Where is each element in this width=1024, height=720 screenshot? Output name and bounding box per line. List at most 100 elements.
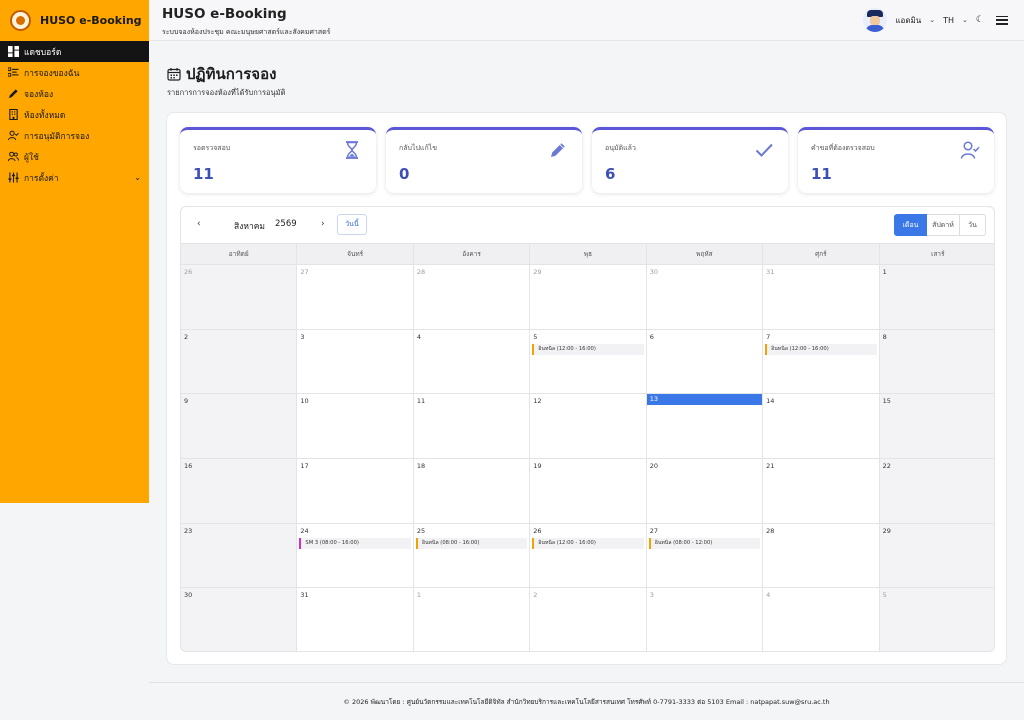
calendar-day[interactable]: 31 <box>763 265 880 330</box>
user-menu[interactable]: แอดมิน <box>895 14 921 27</box>
chevron-left-icon[interactable]: ‹ <box>197 219 201 229</box>
calendar-day[interactable]: 1 <box>879 265 994 330</box>
calendar-event[interactable]: อินทนิล (08:00 - 12:00) <box>648 537 761 549</box>
day-number: 15 <box>882 397 891 406</box>
sidebar-item-users[interactable]: ผู้ใช้ <box>0 146 149 167</box>
day-number: 3 <box>300 332 305 341</box>
calendar-day[interactable]: 8 <box>879 329 994 395</box>
brand[interactable]: HUSO e-Booking <box>0 0 149 41</box>
calendar-day[interactable]: 27 อินทนิล (08:00 - 12:00) <box>646 523 764 589</box>
calendar-day[interactable]: 26 <box>181 265 298 330</box>
footer: © 2026 พัฒนาโดย : ศูนย์นวัตกรรมและเทคโนโ… <box>343 698 830 706</box>
check-icon <box>755 143 773 157</box>
app-subtitle: ระบบจองห้องประชุม คณะมนุษยศาสตร์และสังคม… <box>162 28 331 36</box>
stat-card-approved[interactable]: อนุมัติแล้ว 6 <box>592 127 788 193</box>
moon-icon[interactable]: ☾ <box>976 15 984 25</box>
calendar-day[interactable]: 4 <box>413 329 531 395</box>
calendar-day[interactable]: 18 <box>413 458 531 524</box>
calendar-day[interactable]: 30 <box>181 588 298 651</box>
menu-icon[interactable] <box>996 15 1008 25</box>
language-switcher[interactable]: TH <box>943 16 954 25</box>
calendar-day-today[interactable]: 13 <box>646 394 764 459</box>
stat-value: 6 <box>605 165 616 183</box>
chevron-down-icon[interactable]: ⌄ <box>962 16 968 24</box>
day-number: 8 <box>882 332 887 341</box>
calendar-day[interactable]: 28 <box>413 265 531 330</box>
calendar-day[interactable]: 2 <box>530 588 647 651</box>
day-number: 13 <box>646 394 763 406</box>
sidebar-item-label: การจองของฉัน <box>24 68 80 79</box>
page-subtitle: รายการการจองห้องที่ได้รับการอนุมัติ <box>167 88 286 97</box>
sidebar-item-all-rooms[interactable]: ห้องทั้งหมด <box>0 104 149 125</box>
calendar-day[interactable]: 23 <box>181 523 298 589</box>
view-month-button[interactable]: เดือน <box>894 214 927 236</box>
calendar-day[interactable]: 27 <box>297 265 414 330</box>
day-number: 18 <box>416 461 426 470</box>
calendar-day[interactable]: 26 อินทนิล (12:00 - 16:00) <box>530 523 647 589</box>
university-logo-icon <box>10 10 31 31</box>
calendar-event[interactable]: SM 3 (08:00 - 16:00) <box>299 537 411 549</box>
calendar-day[interactable]: 22 <box>879 458 994 524</box>
calendar-day[interactable]: 31 <box>297 588 414 651</box>
calendar-day[interactable]: 29 <box>879 523 994 589</box>
calendar-day[interactable]: 29 <box>530 265 647 330</box>
calendar-day[interactable]: 30 <box>646 265 764 330</box>
calendar-day[interactable]: 2 <box>181 329 298 395</box>
calendar-day[interactable]: 10 <box>297 394 414 459</box>
stat-card-returned[interactable]: กลับไปแก้ไข 0 <box>386 127 582 193</box>
chevron-down-icon[interactable]: ⌄ <box>929 16 935 24</box>
calendar-event[interactable]: อินทนิล (12:00 - 16:00) <box>765 343 877 355</box>
day-number: 31 <box>300 591 309 600</box>
calendar-day[interactable]: 3 <box>646 588 764 651</box>
calendar-event[interactable]: อินทนิล (12:00 - 16:00) <box>532 537 644 549</box>
calendar-day[interactable]: 6 <box>646 329 764 395</box>
stat-card-to-review[interactable]: คำขอที่ต้องตรวจสอบ 11 <box>798 127 994 193</box>
calendar-day[interactable]: 16 <box>181 458 298 524</box>
day-number: 22 <box>882 461 891 470</box>
sidebar-item-book-room[interactable]: จองห้อง <box>0 83 149 104</box>
calendar-day[interactable]: 3 <box>297 329 414 395</box>
calendar-day[interactable]: 28 <box>763 523 880 589</box>
building-icon <box>9 109 18 120</box>
calendar-day[interactable]: 21 <box>763 458 880 524</box>
calendar-day[interactable]: 5 อินทนิล (12:00 - 16:00) <box>530 329 647 395</box>
chevron-right-icon[interactable]: › <box>321 219 325 229</box>
today-button[interactable]: วันนี้ <box>337 214 367 235</box>
calendar-day[interactable]: 12 <box>530 394 647 459</box>
calendar-day[interactable]: 1 <box>413 588 531 651</box>
calendar-day[interactable]: 5 <box>879 588 994 651</box>
calendar-toolbar: ‹ สิงหาคม 2569 › วันนี้ เดือน สัปดาห์ วั… <box>181 207 994 243</box>
topbar-actions: แอดมิน ⌄ TH ⌄ ☾ <box>863 8 1008 32</box>
sidebar-item-settings[interactable]: การตั้งค่า ⌄ <box>0 167 149 188</box>
hourglass-icon <box>346 141 358 159</box>
calendar-day[interactable]: 9 <box>181 394 298 459</box>
sidebar: HUSO e-Booking แดชบอร์ด การจองของฉัน จอง… <box>0 0 149 503</box>
day-number: 1 <box>882 268 887 276</box>
stat-value: 0 <box>399 165 410 183</box>
view-week-button[interactable]: สัปดาห์ <box>927 214 960 236</box>
calendar-day[interactable]: 11 <box>413 394 531 459</box>
view-day-button[interactable]: วัน <box>960 214 986 236</box>
calendar-day[interactable]: 7 อินทนิล (12:00 - 16:00) <box>763 329 880 395</box>
day-number: 27 <box>300 268 309 276</box>
avatar[interactable] <box>863 8 888 32</box>
calendar-day[interactable]: 15 <box>879 394 994 459</box>
day-number: 21 <box>766 461 775 470</box>
stat-card-pending[interactable]: รอตรวจสอบ 11 <box>180 127 376 193</box>
calendar-day[interactable]: 19 <box>530 458 647 524</box>
calendar-event[interactable]: อินทนิล (08:00 - 16:00) <box>415 537 528 549</box>
day-number: 29 <box>533 268 542 276</box>
sidebar-item-approvals[interactable]: การอนุมัติการจอง <box>0 125 149 146</box>
calendar-day[interactable]: 14 <box>763 394 880 459</box>
sidebar-item-my-bookings[interactable]: การจองของฉัน <box>0 62 149 83</box>
calendar-day[interactable]: 20 <box>646 458 764 524</box>
day-number: 12 <box>533 397 542 406</box>
calendar-day[interactable]: 25 อินทนิล (08:00 - 16:00) <box>413 523 531 589</box>
stat-label: อนุมัติแล้ว <box>605 144 636 152</box>
calendar-event[interactable]: อินทนิล (12:00 - 16:00) <box>532 343 644 355</box>
calendar-day[interactable]: 24 SM 3 (08:00 - 16:00) <box>297 523 414 589</box>
sidebar-item-dashboard[interactable]: แดชบอร์ด <box>0 41 149 62</box>
calendar-day[interactable]: 17 <box>297 458 414 524</box>
sidebar-item-label: ห้องทั้งหมด <box>24 110 66 121</box>
calendar-day[interactable]: 4 <box>763 588 880 651</box>
